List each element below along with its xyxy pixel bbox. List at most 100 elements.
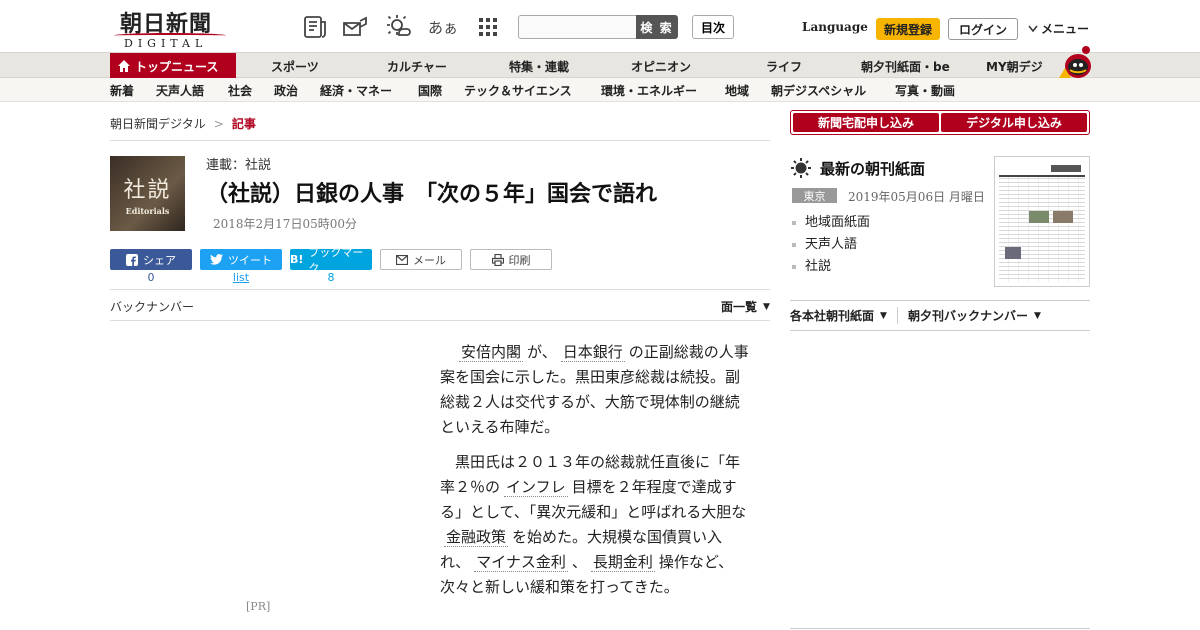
subnav-item-international[interactable]: 国際 [418, 78, 442, 102]
article-title: （社説）日銀の人事 「次の５年」国会で語れ [206, 182, 658, 207]
breadcrumb-home[interactable]: 朝日新聞デジタル [110, 115, 206, 132]
mail-share-label: メール [413, 253, 446, 267]
paragraph: 安倍内閣 が、 日本銀行 の正副総裁の人事案を国会に示した。黒田東彦総裁は続投。副総裁… [440, 340, 750, 440]
login-button[interactable]: ログイン [948, 18, 1018, 40]
breadcrumb-current: 記事 [231, 117, 256, 131]
subnav-item-special[interactable]: 朝デジスペシャル [771, 78, 866, 102]
subnav-item-economy[interactable]: 経済・マネー [320, 78, 392, 102]
caret-down-icon: ▼ [1033, 310, 1041, 321]
editorial-thumbnail: 社説 Editorials [110, 156, 185, 231]
print-label: 印刷 [508, 253, 531, 267]
site-logo[interactable]: 朝日新聞 DIGITAL [110, 6, 230, 50]
hatena-bookmark-button[interactable]: B! ブックマーク [290, 246, 372, 275]
edition-link-editorial[interactable]: 社説 [792, 256, 870, 278]
subnav-item-region[interactable]: 地域 [725, 78, 749, 102]
mail-share-button[interactable]: メール [380, 249, 462, 270]
subscribe-digital-button[interactable]: デジタル申し込み [941, 113, 1087, 132]
twitter-share-label: ツイート [228, 253, 272, 267]
facebook-share-label: シェア [143, 253, 176, 267]
newspaper-photo [1053, 211, 1073, 223]
newspaper-masthead [999, 161, 1085, 177]
edition-link-tensei[interactable]: 天声人語 [792, 234, 870, 256]
edition-date: 2019年05月06日 月曜日 [848, 190, 985, 204]
subnav-item-latest[interactable]: 新着 [110, 78, 134, 102]
nav-item-paper[interactable]: 朝夕刊紙面・be [861, 53, 950, 79]
facebook-share-count: 0 [147, 271, 155, 284]
divider [110, 140, 770, 141]
facebook-icon [126, 253, 138, 266]
paper-tabs: 各本社朝刊紙面 ▼ 朝夕刊バックナンバー ▼ [790, 300, 1090, 331]
primary-nav: トップニュース スポーツ カルチャー 特集・連載 オピニオン ライフ 朝夕刊紙面… [0, 52, 1200, 79]
nav-item-life[interactable]: ライフ [766, 53, 802, 79]
tab-backnumber-label: 朝夕刊バックナンバー [907, 309, 1028, 323]
chevron-down-icon [1028, 25, 1038, 32]
keyword-link[interactable]: マイナス金利 [474, 553, 568, 572]
search-button[interactable]: 検 索 [636, 15, 678, 39]
subnav-item-environment[interactable]: 環境・エネルギー [601, 78, 697, 102]
nav-item-sports[interactable]: スポーツ [271, 53, 319, 79]
keyword-link[interactable]: インフレ [504, 478, 568, 497]
edition-links: 地域面紙面 天声人語 社説 [792, 212, 870, 278]
menu-button[interactable]: メニュー [1028, 20, 1089, 37]
twitter-share-button[interactable]: ツイート [200, 249, 282, 270]
nav-item-my-asadigi[interactable]: MY朝デジ [986, 53, 1043, 79]
newspaper-photo [1029, 211, 1049, 223]
subnav-item-photo[interactable]: 写真・動画 [895, 78, 955, 102]
keyword-link[interactable]: 金融政策 [444, 528, 509, 547]
printer-icon [491, 253, 504, 266]
search-input[interactable] [518, 15, 637, 39]
paragraph: 黒田氏は２０１３年の総裁就任直後に「年率２％の インフレ 目標を２年程度で達成する」… [440, 450, 750, 600]
hatena-icon: B! [290, 253, 304, 266]
nav-top-news[interactable]: トップニュース [110, 53, 236, 79]
hatena-bookmark-count[interactable]: 8 [290, 271, 372, 284]
divider [110, 289, 770, 290]
backnumber-link[interactable]: バックナンバー [110, 298, 194, 315]
subnav-item-tensei[interactable]: 天声人語 [156, 78, 204, 102]
publish-date: 2018年2月17日05時00分 [213, 217, 357, 231]
thumbnail-title: 社説 [123, 177, 172, 203]
envelope-icon [396, 254, 408, 265]
mail-icon[interactable] [340, 12, 370, 42]
site-header: 朝日新聞 DIGITAL あぁ 検 索 目次 Language 新規登録 ログイ… [0, 0, 1200, 52]
facebook-share-button[interactable]: シェア [110, 249, 192, 270]
subnav-item-politics[interactable]: 政治 [274, 78, 298, 102]
nav-top-news-label: トップニュース [135, 59, 219, 74]
series-label[interactable]: 連載：社説 [206, 154, 271, 173]
tab-backnumber[interactable]: 朝夕刊バックナンバー ▼ [896, 307, 1051, 324]
font-size-icon[interactable]: あぁ [428, 12, 458, 42]
newspaper-icon[interactable] [300, 12, 330, 42]
nav-item-culture[interactable]: カルチャー [387, 53, 447, 79]
caret-down-icon: ▼ [880, 310, 887, 321]
twitter-icon [210, 254, 223, 265]
twitter-share-count[interactable]: list [200, 271, 282, 284]
logo-sub-text: DIGITAL [124, 37, 208, 50]
menu-label: メニュー [1041, 22, 1090, 36]
tab-edition-pages[interactable]: 各本社朝刊紙面 ▼ [790, 307, 897, 324]
thumbnail-subtitle: Editorials [125, 205, 170, 216]
weather-icon[interactable] [384, 12, 414, 42]
divider [790, 628, 1090, 629]
language-link[interactable]: Language [802, 20, 868, 34]
toc-button[interactable]: 目次 [692, 15, 734, 39]
page-list-label: 面一覧 [721, 300, 758, 314]
body-text: が、 [527, 343, 557, 361]
breadcrumb: 朝日新聞デジタル > 記事 [110, 115, 256, 132]
page-list-dropdown[interactable]: 面一覧 ▼ [721, 298, 770, 315]
region-badge: 東京 [792, 188, 837, 203]
newspaper-front-page-thumbnail[interactable] [994, 156, 1090, 287]
grid-icon[interactable] [473, 12, 503, 42]
keyword-link[interactable]: 長期金利 [590, 553, 655, 572]
subscribe-paper-button[interactable]: 新聞宅配申し込み [793, 113, 939, 132]
subscribe-box: 新聞宅配申し込み デジタル申し込み [790, 110, 1090, 135]
keyword-link[interactable]: 安倍内閣 [459, 343, 524, 362]
nav-item-opinion[interactable]: オピニオン [631, 53, 691, 79]
subnav-item-tech[interactable]: テック＆サイエンス [464, 78, 572, 102]
pr-label: [PR] [246, 600, 271, 613]
nav-item-features[interactable]: 特集・連載 [509, 53, 569, 79]
signup-button[interactable]: 新規登録 [876, 18, 940, 40]
subnav-item-society[interactable]: 社会 [228, 78, 252, 102]
keyword-link[interactable]: 日本銀行 [560, 343, 625, 362]
edition-link-local[interactable]: 地域面紙面 [792, 212, 870, 234]
print-button[interactable]: 印刷 [470, 249, 552, 270]
latest-edition-title: 最新の朝刊紙面 [820, 159, 926, 178]
